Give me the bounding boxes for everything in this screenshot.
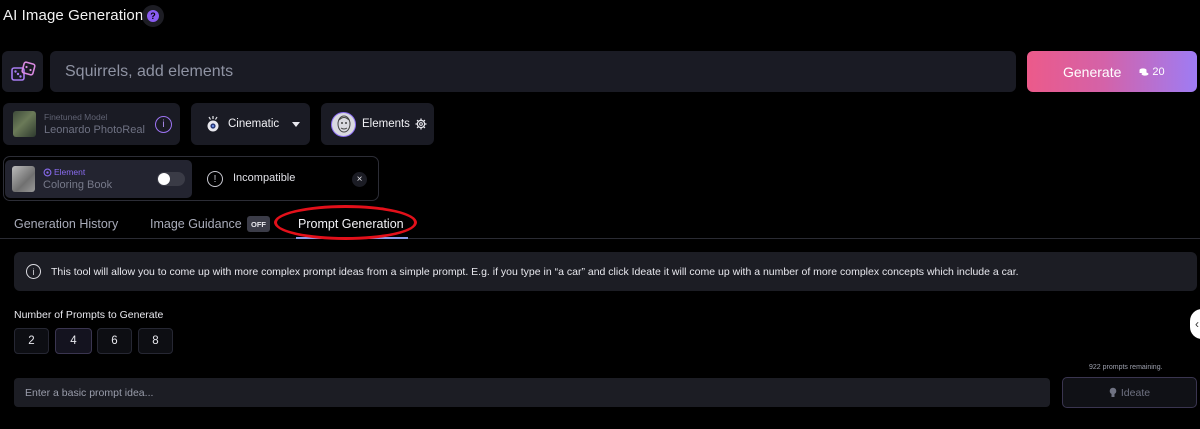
- elements-button[interactable]: Elements: [321, 103, 434, 145]
- info-icon: i: [26, 264, 41, 279]
- prompts-remaining: 922 prompts remaining.: [1089, 364, 1163, 371]
- gear-icon[interactable]: [415, 118, 427, 130]
- token-icon: [1139, 67, 1149, 76]
- random-prompt-button[interactable]: [2, 51, 43, 92]
- lightbulb-icon: [1109, 387, 1117, 397]
- question-mark-icon: ?: [147, 10, 159, 22]
- num-prompts-label: Number of Prompts to Generate: [14, 309, 164, 321]
- model-selector[interactable]: Finetuned Model Leonardo PhotoReal i: [3, 103, 180, 145]
- info-banner: i This tool will allow you to come up wi…: [14, 252, 1197, 291]
- ideate-button[interactable]: Ideate: [1062, 377, 1197, 408]
- generate-cost-value: 20: [1152, 65, 1165, 78]
- camera-lens-icon: [207, 116, 219, 132]
- prompt-input[interactable]: [50, 51, 1016, 92]
- help-button[interactable]: ?: [142, 5, 164, 27]
- warning-icon: !: [207, 171, 223, 187]
- element-toggle[interactable]: [157, 172, 185, 186]
- info-icon[interactable]: i: [155, 115, 172, 133]
- prompt-idea-input[interactable]: [14, 378, 1050, 407]
- dice-icon: [10, 60, 36, 81]
- chevron-left-icon: ‹: [1195, 317, 1199, 331]
- element-thumbnail: [12, 166, 35, 192]
- toggle-knob: [158, 173, 170, 185]
- generate-cost: 20: [1139, 65, 1165, 78]
- page-title: AI Image Generation: [3, 7, 144, 24]
- style-label: Cinematic: [228, 118, 280, 130]
- element-card[interactable]: Element Coloring Book: [5, 160, 192, 198]
- model-name: Leonardo PhotoReal: [44, 124, 145, 136]
- elements-avatar: [331, 111, 356, 137]
- style-dropdown[interactable]: Cinematic: [191, 103, 310, 145]
- highlight-annotation: [274, 205, 417, 240]
- info-text: This tool will allow you to come up with…: [51, 265, 1019, 278]
- model-thumbnail: [13, 111, 36, 137]
- tab-generation-history[interactable]: Generation History: [14, 217, 118, 231]
- incompatible-label: Incompatible: [233, 172, 296, 184]
- element-tag: Element: [43, 166, 112, 179]
- num-prompts-option-8[interactable]: 8: [138, 328, 173, 354]
- num-prompts-option-2[interactable]: 2: [14, 328, 49, 354]
- tab-divider: [0, 238, 1200, 239]
- generate-button[interactable]: Generate 20: [1027, 51, 1197, 92]
- close-icon[interactable]: ×: [352, 172, 367, 187]
- num-prompts-option-4[interactable]: 4: [55, 328, 92, 354]
- model-subtitle: Finetuned Model: [44, 112, 108, 122]
- elements-label: Elements: [362, 118, 410, 130]
- chevron-down-icon: [292, 121, 300, 127]
- generate-label: Generate: [1063, 63, 1122, 80]
- element-name: Coloring Book: [43, 179, 113, 191]
- status-badge: OFF: [247, 216, 270, 232]
- tab-image-guidance[interactable]: Image Guidance: [150, 217, 242, 231]
- element-icon: [43, 168, 52, 177]
- ideate-label: Ideate: [1120, 386, 1151, 399]
- side-panel-handle[interactable]: ‹: [1190, 309, 1200, 339]
- element-tag-label: Element: [54, 167, 86, 177]
- num-prompts-option-6[interactable]: 6: [97, 328, 132, 354]
